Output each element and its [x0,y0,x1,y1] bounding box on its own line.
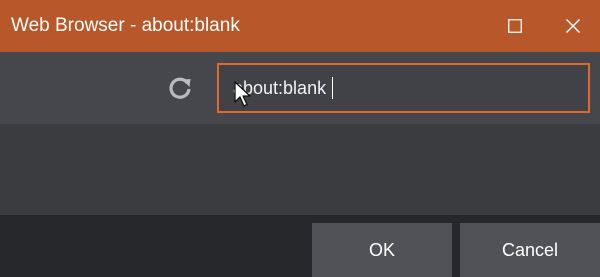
ok-button[interactable]: OK [312,223,452,277]
maximize-button[interactable] [488,0,542,52]
reload-button[interactable] [165,73,195,103]
page-content-area [0,124,600,215]
window-title: Web Browser - about:blank [11,15,240,36]
dialog-footer: OK Cancel [0,215,600,277]
cancel-button[interactable]: Cancel [460,223,600,277]
web-browser-window: Web Browser - about:blank about:blank OK… [0,0,600,277]
address-bar[interactable]: about:blank [217,63,590,113]
reload-icon [169,77,191,99]
mouse-cursor-icon [234,81,251,107]
maximize-icon [508,19,522,33]
close-icon [566,19,580,33]
close-button[interactable] [546,0,600,52]
browser-toolbar: about:blank [0,52,600,124]
text-caret [332,77,333,99]
title-bar: Web Browser - about:blank [0,0,600,52]
